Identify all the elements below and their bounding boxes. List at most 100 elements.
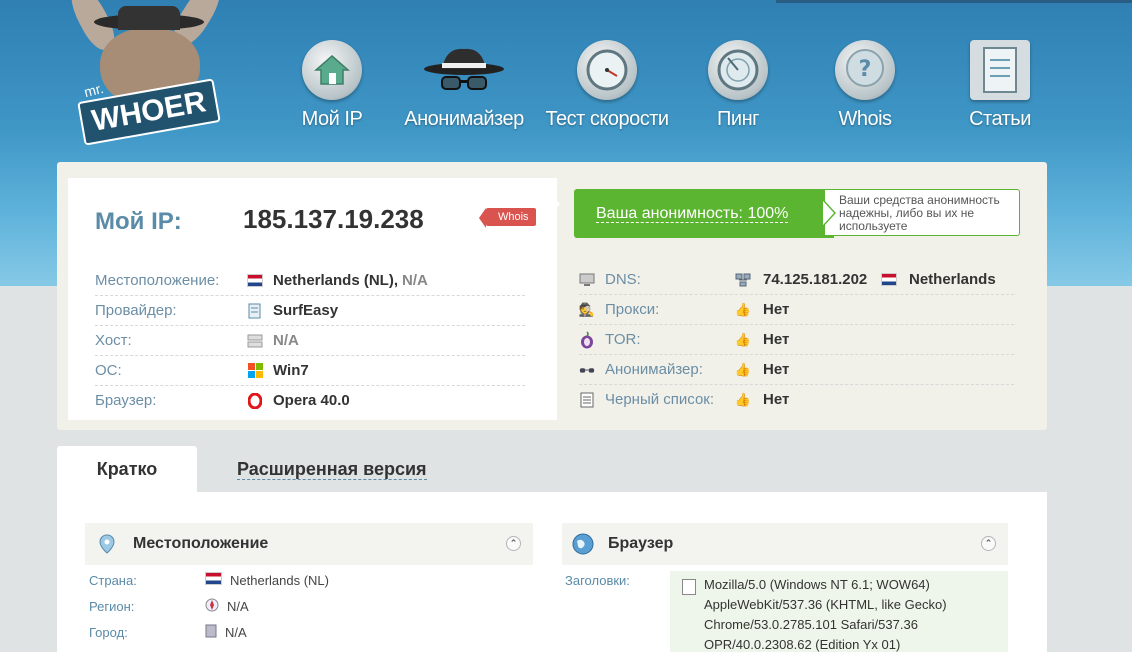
proxy-value: Нет <box>763 301 790 318</box>
dns-icon <box>579 272 595 288</box>
anonymizer-value: Нет <box>763 361 790 378</box>
country-value: Netherlands (NL) <box>230 572 329 588</box>
thumbs-up-icon: 👍 <box>734 391 752 407</box>
thumbs-up-icon: 👍 <box>734 301 752 317</box>
headers-key: Заголовки: <box>565 572 630 588</box>
document-icon <box>970 40 1030 100</box>
ua-line: Mozilla/5.0 (Windows NT 6.1; WOW64) <box>704 577 930 592</box>
globe-icon <box>572 533 596 555</box>
tor-value: Нет <box>763 331 790 348</box>
chevron-up-icon[interactable]: ⌃ <box>506 536 521 551</box>
region-row: Регион: N/A <box>89 595 249 617</box>
tab-brief[interactable]: Кратко <box>57 446 197 492</box>
anonymizer-row: Анонимайзер: 👍 Нет <box>579 355 1014 385</box>
thumbs-up-icon: 👍 <box>734 361 752 377</box>
flag-nl-icon <box>247 273 263 289</box>
whois-tag-button[interactable]: Whois <box>479 208 536 228</box>
anonymizer-key: Анонимайзер: <box>605 361 703 378</box>
host-key: Хост: <box>95 332 132 349</box>
ua-line: Chrome/53.0.2785.101 Safari/537.36 <box>704 617 918 632</box>
nav-ping[interactable]: Пинг <box>668 40 808 131</box>
anonymity-tip: Ваши средства анонимность надежны, либо … <box>823 189 1020 236</box>
dns-key: DNS: <box>605 271 641 288</box>
blacklist-key: Черный список: <box>605 391 715 408</box>
document-icon <box>682 579 696 595</box>
anonymity-indicator: Ваша анонимность: 100% Ваши средства ано… <box>574 189 1022 238</box>
nav-label: Анонимайзер <box>404 108 524 130</box>
browser-row: Браузер: Opera 40.0 <box>95 386 525 415</box>
proxy-icon: 🕵 <box>578 301 596 317</box>
dns-row: DNS: 74.125.181.202 Netherlands <box>579 265 1014 295</box>
nav-speed-test[interactable]: Тест скорости <box>537 40 677 131</box>
ua-line: AppleWebKit/537.36 (KHTML, like Gecko) <box>704 597 947 612</box>
question-icon: ? <box>835 40 895 100</box>
card-pointer <box>546 190 560 218</box>
blacklist-value: Нет <box>763 391 790 408</box>
glasses-icon <box>579 362 595 378</box>
tor-row: TOR: 👍 Нет <box>579 325 1014 355</box>
browser-key: Браузер: <box>95 392 157 409</box>
region-value: N/A <box>227 598 249 614</box>
nav-anonymizer[interactable]: Анонимайзер <box>394 40 534 131</box>
home-icon <box>302 40 362 100</box>
location-value: Netherlands (NL), <box>273 272 399 289</box>
dns-country: Netherlands <box>909 271 996 288</box>
opera-icon <box>247 392 263 409</box>
tab-extended-label: Расширенная версия <box>237 459 427 480</box>
location-key: Местоположение: <box>95 272 220 289</box>
proxy-key: Прокси: <box>605 301 660 318</box>
building-icon <box>205 624 217 641</box>
header-top-strip <box>776 0 1132 3</box>
blacklist-row: Черный список: 👍 Нет <box>579 385 1014 414</box>
spy-hat-icon <box>422 40 506 100</box>
city-key: Город: <box>89 624 128 640</box>
radar-icon <box>708 40 768 100</box>
nav-label: Пинг <box>717 108 759 130</box>
nav-my-ip[interactable]: Мой IP <box>262 40 402 131</box>
site-logo[interactable]: WHOER mr. <box>63 0 229 150</box>
network-icon <box>735 272 751 288</box>
ip-address[interactable]: 185.137.19.238 <box>243 204 424 235</box>
ip-info-panel: Мой IP: 185.137.19.238 Whois Местоположе… <box>57 162 1047 430</box>
country-row: Страна: Netherlands (NL) <box>89 569 329 591</box>
svg-text:?: ? <box>859 57 872 82</box>
anonymity-score[interactable]: Ваша анонимность: 100% <box>574 189 834 238</box>
region-key: Регион: <box>89 598 135 614</box>
chevron-up-icon[interactable]: ⌃ <box>981 536 996 551</box>
nav-whois[interactable]: ? Whois <box>795 40 935 131</box>
nav-label: Статьи <box>969 108 1031 130</box>
location-row: Местоположение: Netherlands (NL), N/A <box>95 266 525 296</box>
ip-label: Мой IP: <box>95 208 182 235</box>
list-icon <box>579 392 595 408</box>
provider-key: Провайдер: <box>95 302 177 319</box>
details-content: Местоположение ⌃ Страна: Netherlands (NL… <box>57 492 1047 652</box>
dns-value: 74.125.181.202 <box>763 271 868 288</box>
thumbs-up-icon: 👍 <box>734 331 752 347</box>
provider-row: Провайдер: SurfEasy <box>95 296 525 326</box>
host-row: Хост: N/A <box>95 326 525 356</box>
server-icon <box>247 333 263 349</box>
windows-icon <box>247 363 263 379</box>
location-extra: N/A <box>402 272 428 289</box>
os-row: ОС: Win7 <box>95 356 525 386</box>
host-value: N/A <box>273 332 299 349</box>
user-agent-box: Mozilla/5.0 (Windows NT 6.1; WOW64) Appl… <box>670 571 1008 652</box>
headers-row: Заголовки: <box>565 569 681 591</box>
ip-card: Мой IP: 185.137.19.238 Whois Местоположе… <box>68 178 557 420</box>
anonymity-label: Ваша анонимность: 100% <box>596 205 789 223</box>
location-section-header[interactable]: Местоположение ⌃ <box>85 523 533 565</box>
tor-icon <box>579 330 595 348</box>
city-row: Город: N/A <box>89 621 247 643</box>
nav-articles[interactable]: Статьи <box>930 40 1070 131</box>
speedometer-icon <box>577 40 637 100</box>
os-key: ОС: <box>95 362 122 379</box>
tab-extended[interactable]: Расширенная версия <box>237 446 427 492</box>
nav-label: Тест скорости <box>545 108 669 130</box>
pin-icon <box>99 534 119 554</box>
browser-section-header[interactable]: Браузер ⌃ <box>562 523 1008 565</box>
location-section-title: Местоположение <box>133 535 269 552</box>
proxy-row: 🕵 Прокси: 👍 Нет <box>579 295 1014 325</box>
logo-hat-crown <box>118 6 180 30</box>
flag-nl-icon <box>205 572 222 588</box>
provider-icon <box>247 303 263 319</box>
